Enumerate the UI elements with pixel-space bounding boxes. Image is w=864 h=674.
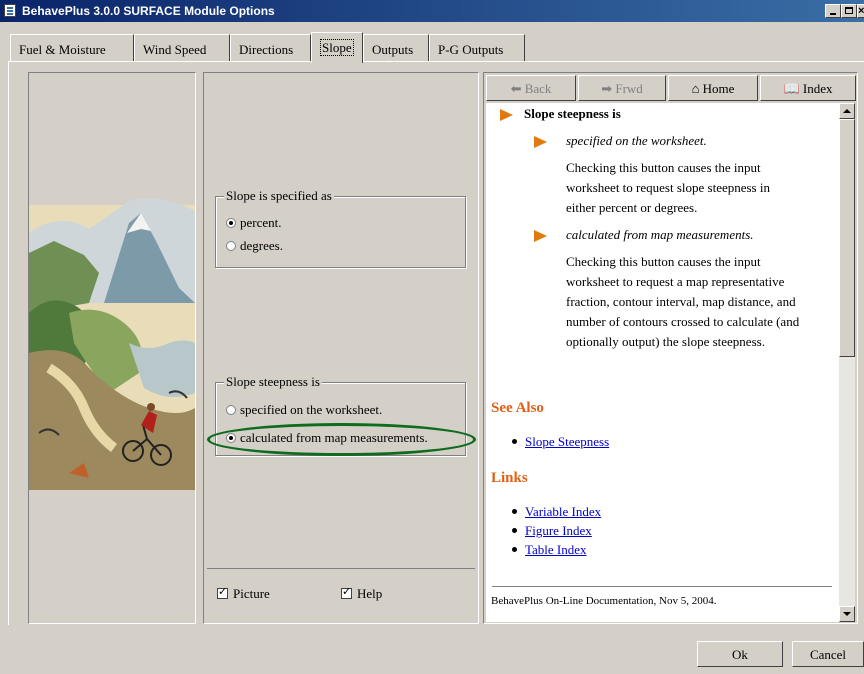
help-pane: ⬅ Back ➡ Frwd ⌂ Home 📖 Index Slope steep…: [483, 72, 858, 624]
scroll-thumb[interactable]: [839, 119, 855, 357]
help-item1-line: worksheet to request slope steepness in: [566, 180, 770, 195]
display-options: Picture Help: [207, 568, 475, 618]
help-item2-line: optionally output) the slope steepness.: [566, 334, 765, 349]
help-footer: BehavePlus On-Line Documentation, Nov 5,…: [491, 595, 717, 607]
radio-button-icon[interactable]: [226, 218, 236, 228]
back-arrow-icon: ⬅: [510, 81, 522, 96]
help-item2-line: worksheet to request a map representativ…: [566, 274, 785, 289]
tab-pg-outputs[interactable]: P-G Outputs: [429, 34, 525, 62]
title-bar: BehavePlus 3.0.0 SURFACE Module Options …: [0, 0, 864, 22]
help-heading: Slope steepness is: [524, 106, 621, 121]
arrow-down-icon: [843, 612, 851, 616]
tab-wind-speed[interactable]: Wind Speed: [134, 34, 230, 62]
see-also-heading: See Also: [491, 400, 544, 416]
home-button[interactable]: ⌂ Home: [668, 75, 758, 101]
close-button[interactable]: ×: [857, 4, 864, 18]
checkbox-icon[interactable]: [341, 585, 352, 599]
bullet-icon: [512, 439, 517, 444]
help-item2-line: fraction, contour interval, map distance…: [566, 294, 796, 309]
options-pane: [203, 72, 479, 624]
maximize-button[interactable]: [841, 4, 857, 18]
mountain-cyclist-illustration: [29, 193, 195, 493]
bullet-icon: [512, 547, 517, 552]
help-toolbar: ⬅ Back ➡ Frwd ⌂ Home 📖 Index: [486, 75, 856, 103]
footer-divider: [492, 586, 832, 587]
picture-pane: [28, 72, 196, 624]
tab-slope[interactable]: Slope: [311, 32, 363, 63]
arrow-bullet-icon: [534, 230, 547, 242]
back-button[interactable]: ⬅ Back: [486, 75, 576, 101]
bullet-icon: [512, 528, 517, 533]
scroll-up-button[interactable]: [839, 103, 855, 119]
cancel-button[interactable]: Cancel: [792, 641, 864, 667]
help-item2-line: Checking this button causes the input: [566, 254, 761, 269]
tab-fuel-moisture[interactable]: Fuel & Moisture: [10, 34, 134, 62]
scroll-down-button[interactable]: [839, 606, 855, 622]
slope-specified-groupbox: Slope is specified as percent. degrees.: [215, 188, 466, 268]
bullet-icon: [512, 509, 517, 514]
picture-checkbox[interactable]: Picture: [217, 585, 270, 602]
minimize-button[interactable]: [825, 4, 841, 18]
window-title: BehavePlus 3.0.0 SURFACE Module Options: [22, 4, 275, 18]
help-item2-line: number of contours crossed to calculate …: [566, 314, 800, 329]
help-item1-line: either percent or degrees.: [566, 200, 698, 215]
book-icon: 📖: [783, 81, 800, 96]
radio-percent[interactable]: percent.: [226, 215, 282, 231]
help-item1-line: Checking this button causes the input: [566, 160, 761, 175]
arrow-bullet-icon: [534, 136, 547, 148]
help-item2-title: calculated from map measurements.: [566, 227, 754, 242]
help-content: Slope steepness is specified on the work…: [486, 103, 839, 622]
tab-directions[interactable]: Directions: [230, 34, 311, 62]
arrow-bullet-icon: [500, 109, 513, 121]
link-table-index[interactable]: Table Index: [512, 540, 587, 560]
app-icon: [4, 4, 16, 17]
radio-calculated-from-map[interactable]: calculated from map measurements.: [226, 430, 428, 446]
radio-button-icon[interactable]: [226, 405, 236, 415]
help-checkbox[interactable]: Help: [341, 585, 382, 602]
radio-button-icon[interactable]: [226, 241, 236, 251]
links-heading: Links: [491, 470, 528, 486]
checkbox-icon[interactable]: [217, 585, 228, 599]
index-button[interactable]: 📖 Index: [760, 75, 856, 101]
slope-specified-legend: Slope is specified as: [224, 188, 334, 204]
see-also-link-item[interactable]: Slope Steepness: [512, 432, 609, 452]
slope-steepness-legend: Slope steepness is: [224, 374, 322, 390]
arrow-up-icon: [843, 109, 851, 113]
tab-outputs[interactable]: Outputs: [363, 34, 429, 62]
radio-button-icon[interactable]: [226, 433, 236, 443]
home-icon: ⌂: [691, 81, 700, 96]
help-scrollbar[interactable]: [839, 103, 855, 622]
forward-arrow-icon: ➡: [601, 81, 613, 96]
link-figure-index[interactable]: Figure Index: [512, 521, 592, 541]
ok-button[interactable]: Ok: [697, 641, 783, 667]
slope-steepness-groupbox: Slope steepness is specified on the work…: [215, 374, 466, 456]
radio-specified-on-worksheet[interactable]: specified on the worksheet.: [226, 402, 382, 418]
forward-button[interactable]: ➡ Frwd: [578, 75, 666, 101]
link-variable-index[interactable]: Variable Index: [512, 502, 601, 522]
help-item1-title: specified on the worksheet.: [566, 133, 707, 148]
radio-degrees[interactable]: degrees.: [226, 238, 283, 254]
